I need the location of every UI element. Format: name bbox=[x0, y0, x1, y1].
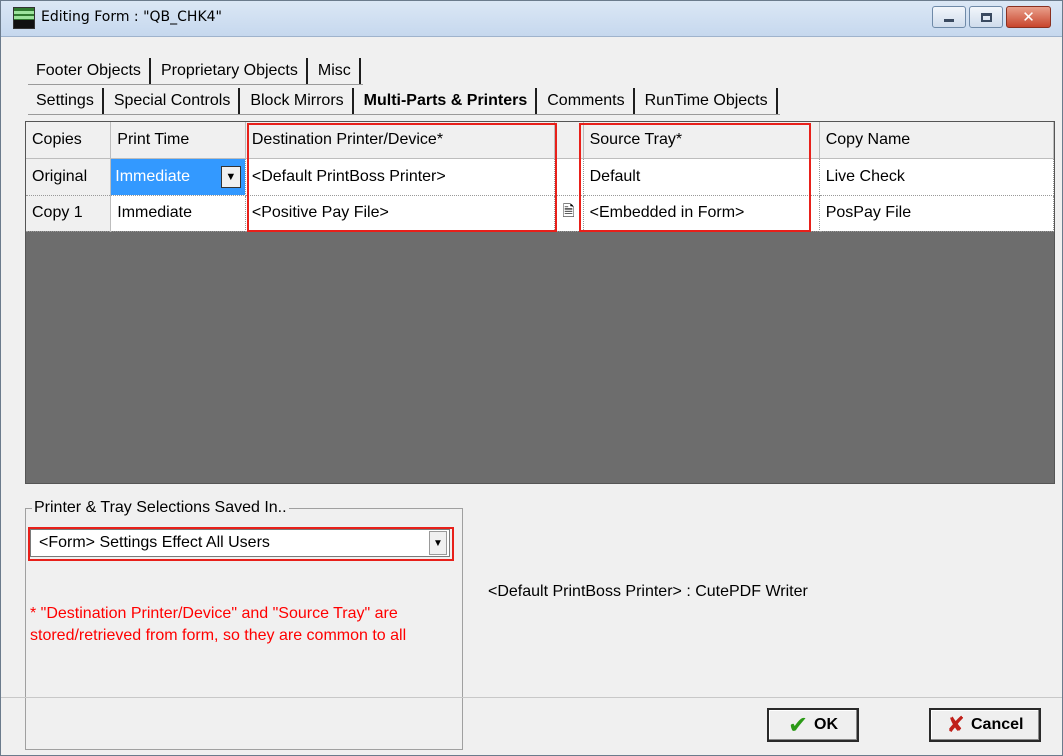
ok-button[interactable]: ✔ OK bbox=[767, 708, 859, 742]
cell-print-time[interactable]: Immediate bbox=[110, 195, 246, 232]
close-button[interactable]: ✕ bbox=[1006, 6, 1051, 28]
tab-label: Special Controls bbox=[113, 92, 231, 109]
checkmark-icon: ✔ bbox=[787, 711, 809, 739]
cell-copy-name[interactable]: PosPay File bbox=[819, 195, 1055, 232]
grid-header-row: Copies Print Time Destination Printer/De… bbox=[26, 122, 1055, 159]
tab-row-top: Footer Objects Proprietary Objects Misc bbox=[28, 55, 363, 85]
tab-label: Comments bbox=[547, 92, 625, 109]
x-icon: ✘ bbox=[946, 712, 965, 738]
tab-block-mirrors[interactable]: Block Mirrors bbox=[242, 88, 354, 114]
header-copies[interactable]: Copies bbox=[26, 122, 112, 159]
table-row[interactable]: Copy 1 Immediate <Positive Pay File> 🗎 <… bbox=[26, 195, 1055, 232]
copies-table: Copies Print Time Destination Printer/De… bbox=[26, 122, 1055, 232]
tab-special-controls[interactable]: Special Controls bbox=[106, 88, 241, 114]
tab-runtime-objects[interactable]: RunTime Objects bbox=[637, 88, 778, 114]
minimize-icon bbox=[944, 18, 954, 22]
title-bar[interactable]: Editing Form : "QB_CHK4" ✕ bbox=[1, 1, 1062, 37]
tab-settings[interactable]: Settings bbox=[28, 88, 104, 114]
table-row[interactable]: Original Immediate ▼ <Default PrintBoss … bbox=[26, 158, 1055, 196]
tab-label: Misc bbox=[317, 62, 351, 79]
tab-comments[interactable]: Comments bbox=[539, 88, 635, 114]
tab-label: Block Mirrors bbox=[250, 92, 344, 109]
document-icon[interactable]: 🗎 bbox=[561, 202, 577, 220]
cell-print-time-selected[interactable]: Immediate ▼ bbox=[110, 158, 246, 196]
editing-form-window: Editing Form : "QB_CHK4" ✕ Footer Object… bbox=[0, 0, 1063, 756]
tab-misc[interactable]: Misc bbox=[310, 58, 361, 84]
header-print-time[interactable]: Print Time bbox=[110, 122, 246, 159]
tab-multi-parts-printers[interactable]: Multi-Parts & Printers bbox=[356, 88, 538, 114]
cancel-button[interactable]: ✘ Cancel bbox=[929, 708, 1041, 742]
cancel-label: Cancel bbox=[970, 716, 1024, 733]
tab-label: Settings bbox=[36, 92, 94, 109]
cell-source-tray[interactable]: Default bbox=[583, 158, 820, 196]
header-source-tray[interactable]: Source Tray* bbox=[583, 122, 820, 159]
tab-row-bottom: Settings Special Controls Block Mirrors … bbox=[28, 85, 780, 115]
tab-label: Footer Objects bbox=[36, 62, 141, 79]
cell-print-time-value: Immediate bbox=[115, 167, 190, 185]
ok-label: OK bbox=[814, 716, 839, 733]
dropdown-arrow-icon[interactable]: ▼ bbox=[220, 165, 241, 188]
cell-doc-button[interactable]: 🗎 bbox=[554, 195, 584, 232]
maximize-button[interactable] bbox=[969, 6, 1003, 28]
printer-tray-legend: Printer & Tray Selections Saved In.. bbox=[32, 499, 289, 517]
printboss-app-icon bbox=[13, 7, 35, 29]
tab-label: RunTime Objects bbox=[644, 92, 768, 109]
settings-saved-in-value: <Form> Settings Effect All Users bbox=[39, 534, 270, 551]
header-copy-name[interactable]: Copy Name bbox=[819, 122, 1055, 159]
cell-copy-name[interactable]: Live Check bbox=[819, 158, 1055, 196]
window-title: Editing Form : "QB_CHK4" bbox=[41, 9, 222, 25]
close-icon: ✕ bbox=[1022, 8, 1035, 26]
storage-note: * "Destination Printer/Device" and "Sour… bbox=[30, 605, 407, 644]
header-spacer bbox=[554, 122, 584, 159]
cell-copies: Copy 1 bbox=[26, 195, 112, 232]
chevron-down-icon[interactable]: ▼ bbox=[429, 531, 447, 555]
button-bar: ✔ OK ✘ Cancel bbox=[1, 697, 1062, 755]
cell-destination[interactable]: <Default PrintBoss Printer> bbox=[245, 158, 555, 196]
minimize-button[interactable] bbox=[932, 6, 966, 28]
cell-copies: Original bbox=[26, 158, 112, 196]
cell-destination[interactable]: <Positive Pay File> bbox=[245, 195, 555, 232]
tab-label: Proprietary Objects bbox=[160, 62, 298, 79]
copies-grid[interactable]: Copies Print Time Destination Printer/De… bbox=[25, 121, 1055, 484]
cell-source-tray[interactable]: <Embedded in Form> bbox=[583, 195, 820, 232]
tab-proprietary-objects[interactable]: Proprietary Objects bbox=[153, 58, 308, 84]
tab-label: Multi-Parts & Printers bbox=[363, 92, 528, 109]
default-printer-info: <Default PrintBoss Printer> : CutePDF Wr… bbox=[488, 583, 808, 600]
maximize-icon bbox=[980, 12, 992, 22]
cell-spacer bbox=[554, 158, 584, 196]
settings-saved-in-select[interactable]: <Form> Settings Effect All Users ▼ bbox=[30, 529, 450, 557]
tab-footer-objects[interactable]: Footer Objects bbox=[28, 58, 151, 84]
header-destination[interactable]: Destination Printer/Device* bbox=[245, 122, 555, 159]
